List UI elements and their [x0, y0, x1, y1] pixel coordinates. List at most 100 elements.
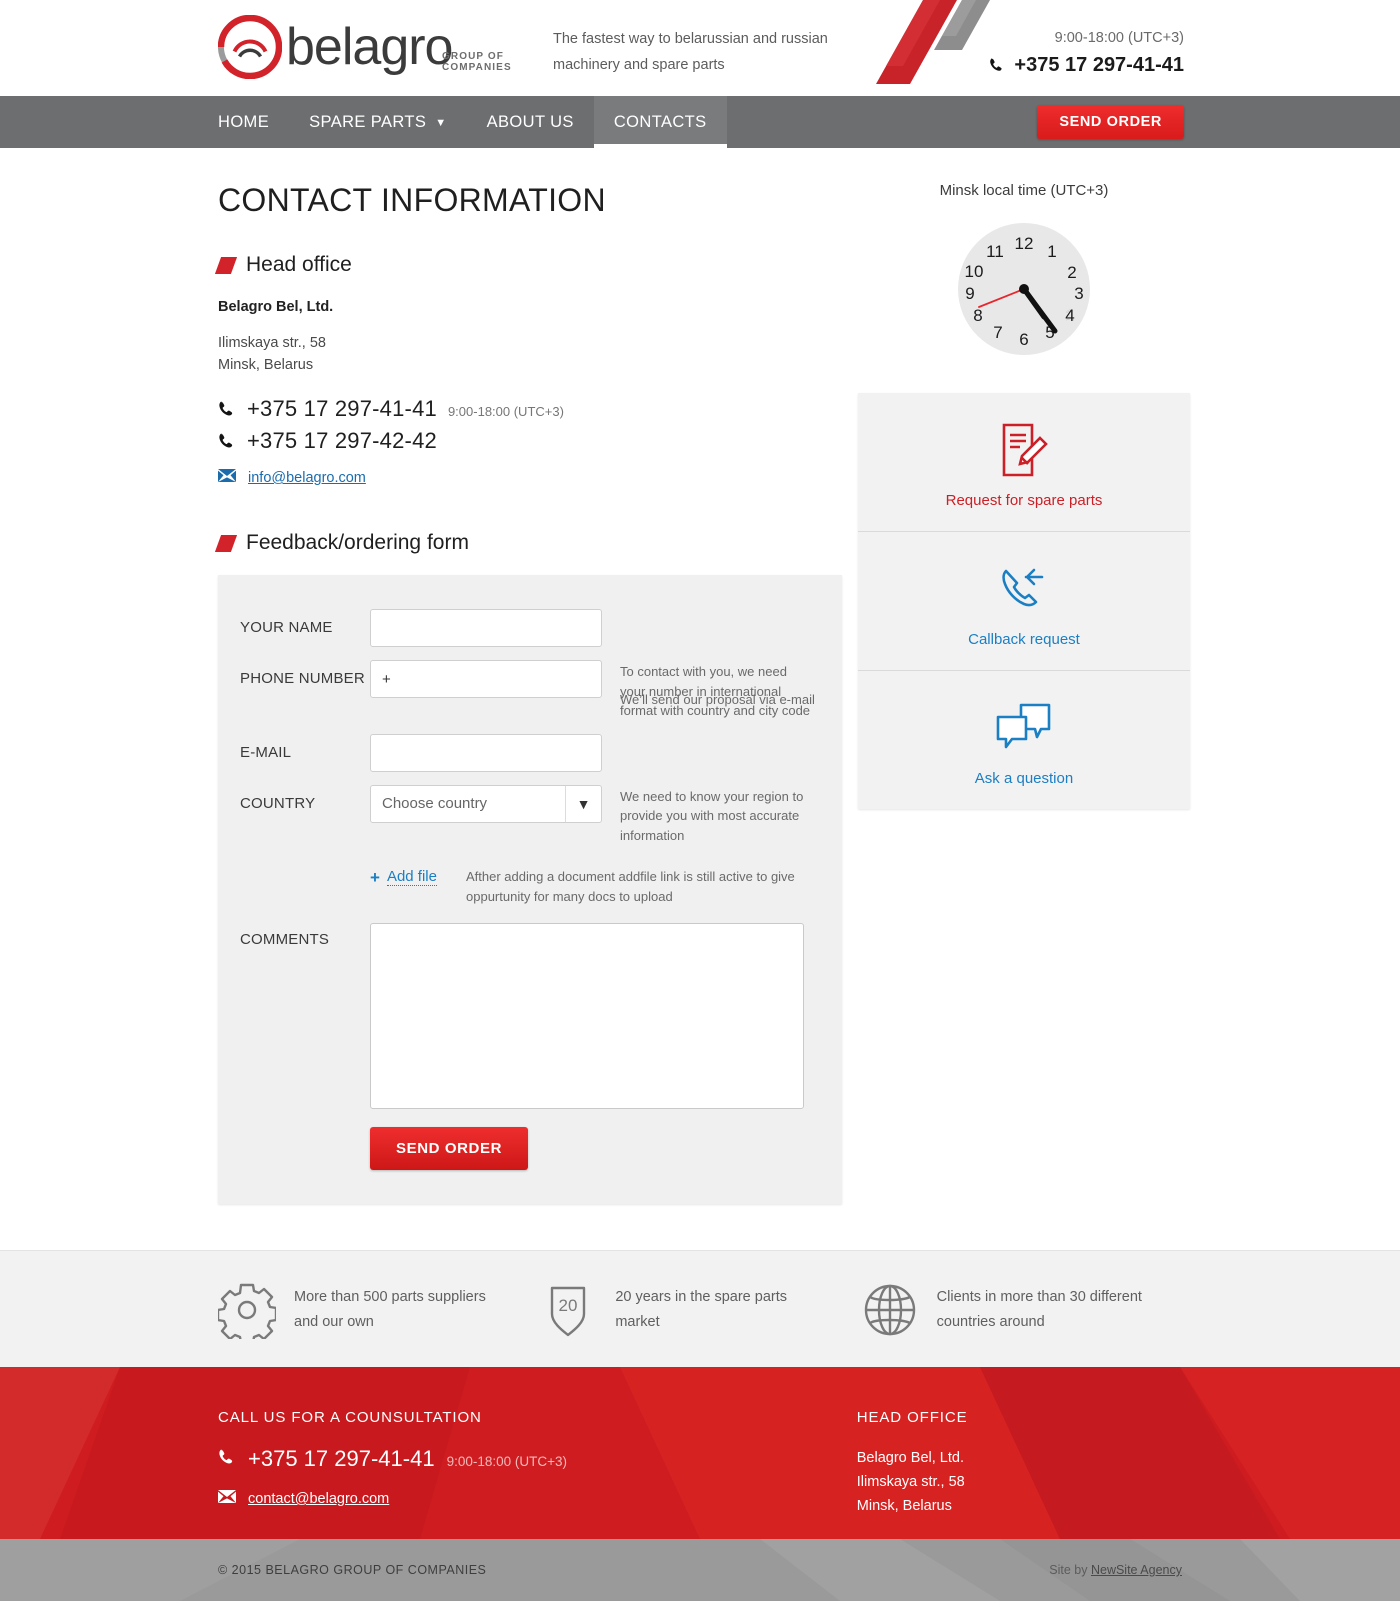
clock-widget: 12 1 2 3 1 1 4 5 6 7 8 9 10 11 [858, 221, 1190, 357]
address-city: Minsk, Belarus [218, 357, 314, 373]
action-cards-panel: Request for spare parts Callback request [858, 393, 1190, 809]
add-file-button[interactable]: + Add file [370, 867, 462, 886]
chat-bubbles-icon [868, 699, 1180, 757]
email-hint: We’ll send our proposal via e-mail [620, 691, 815, 707]
card-callback-request[interactable]: Callback request [858, 531, 1190, 670]
office-email-link[interactable]: info@belagro.com [248, 470, 366, 486]
plus-icon: + [370, 867, 380, 887]
slash-accent-icon [214, 534, 238, 552]
form-row-submit: SEND ORDER [218, 1127, 842, 1170]
feature-suppliers: More than 500 parts suppliers and our ow… [216, 1281, 539, 1345]
nav-item-contacts[interactable]: CONTACTS [593, 96, 727, 148]
analog-clock-icon: 12 1 2 3 1 1 4 5 6 7 8 9 10 11 [958, 223, 1090, 355]
section-title: Feedback/ordering form [246, 531, 469, 554]
footer-call-title: CALL US FOR A COUNSULTATION [218, 1409, 482, 1426]
phone-icon [218, 400, 236, 423]
country-label: COUNTRY [240, 794, 316, 812]
office-phone-1-row[interactable]: +375 17 297-41-41 9:00-18:00 (UTC+3) [218, 396, 850, 422]
header-working-hours: 9:00-18:00 (UTC+3) [1054, 30, 1184, 46]
comments-label: COMMENTS [240, 931, 330, 948]
svg-text:2: 2 [1067, 263, 1076, 282]
submit-spacer [218, 1127, 370, 1170]
svg-text:9: 9 [965, 284, 974, 303]
byline-link[interactable]: NewSite Agency [1091, 1563, 1182, 1577]
form-row-addfile: + Add file Afther adding a document addf… [218, 867, 842, 907]
phone-icon [218, 1448, 236, 1471]
footer-email-link[interactable]: contact@belagro.com [248, 1491, 389, 1507]
address-street: Ilimskaya str., 58 [218, 335, 326, 351]
nav-item-spare-parts[interactable]: SPARE PARTS ▼ [289, 96, 466, 148]
header-diagonal-graphic [870, 0, 990, 84]
phone-number-input[interactable] [370, 660, 602, 698]
form-row-email: E-MAIL We’ll send our proposal via e-mai… [218, 692, 842, 772]
country-select-wrapper: Choose country ▼ [370, 784, 602, 823]
svg-text:8: 8 [973, 306, 982, 325]
svg-text:4: 4 [1065, 306, 1074, 325]
form-row-comments: COMMENTS [218, 923, 842, 1109]
gear-icon [216, 1281, 278, 1345]
logo[interactable]: belagro GROUP OF COMPANIES [217, 14, 511, 80]
svg-text:3: 3 [1074, 284, 1083, 303]
svg-text:1: 1 [1047, 242, 1056, 261]
phone-number-label: PHONE NUMBER [240, 670, 365, 687]
card-request-for-spare-parts[interactable]: Request for spare parts [858, 393, 1190, 531]
send-order-nav-button[interactable]: SEND ORDER [1037, 105, 1184, 139]
byline-prefix: Site by [1049, 1563, 1091, 1577]
card-ask-a-question[interactable]: Ask a question [858, 670, 1190, 809]
svg-text:10: 10 [965, 262, 984, 281]
feedback-form: YOUR NAME PHONE NUMBER To contact with y… [218, 575, 842, 1204]
your-name-input[interactable] [370, 609, 602, 647]
header-phone[interactable]: +375 17 297-41-41 [987, 51, 1184, 79]
page-root: belagro GROUP OF COMPANIES The fastest w… [0, 0, 1400, 1601]
globe-icon [861, 1281, 919, 1339]
chevron-down-icon: ▼ [435, 116, 447, 129]
add-file-hint: Afther adding a document addfile link is… [466, 869, 795, 904]
comments-textarea[interactable] [370, 923, 804, 1109]
office-email-row[interactable]: info@belagro.com [218, 469, 850, 487]
shield-20-icon: 20 [539, 1281, 597, 1339]
footer-email-row[interactable]: contact@belagro.com [218, 1490, 849, 1508]
clock-title: Minsk local time (UTC+3) [939, 182, 1109, 199]
footer-office-city: Minsk, Belarus [856, 1498, 952, 1514]
nav-item-home[interactable]: HOME [210, 96, 289, 148]
footer-copyright-bar: © 2015 BELAGRO GROUP OF COMPANIES Site b… [0, 1539, 1400, 1601]
footer-phone: +375 17 297-41-41 [248, 1446, 435, 1471]
content-column: CONTACT INFORMATION Head office Belagro … [210, 182, 850, 1204]
svg-text:12: 12 [1015, 234, 1034, 253]
document-pencil-icon [868, 421, 1180, 479]
logo-wordmark: belagro [286, 18, 453, 76]
email-label: E-MAIL [240, 743, 292, 761]
nav-label: SPARE PARTS [309, 112, 427, 131]
footer-office-company: Belagro Bel, Ltd. [856, 1450, 964, 1466]
company-name: Belagro Bel, Ltd. [218, 299, 334, 315]
head-office-heading: Head office [214, 253, 850, 277]
envelope-icon [218, 469, 236, 487]
logo-subtitle: GROUP OF COMPANIES [442, 51, 512, 73]
footer-hours: 9:00-18:00 (UTC+3) [446, 1454, 567, 1469]
company-address: Ilimskaya str., 58 Minsk, Belarus [218, 332, 850, 376]
country-hint: We need to know your region to provide y… [620, 788, 804, 843]
phone-icon [218, 432, 236, 455]
features-bar: More than 500 parts suppliers and our ow… [0, 1250, 1400, 1367]
country-select[interactable]: Choose country [370, 784, 602, 823]
site-header: belagro GROUP OF COMPANIES The fastest w… [0, 0, 1400, 97]
send-order-submit-button[interactable]: SEND ORDER [370, 1127, 529, 1170]
footer-phone-row[interactable]: +375 17 297-41-41 9:00-18:00 (UTC+3) [218, 1446, 849, 1472]
main-content: CONTACT INFORMATION Head office Belagro … [0, 148, 1400, 1250]
nav-item-about-us[interactable]: ABOUT US [467, 96, 594, 148]
section-title: Head office [246, 253, 352, 276]
footer-call-block: CALL US FOR A COUNSULTATION +375 17 297-… [218, 1409, 849, 1518]
card-label: Callback request [968, 631, 1080, 648]
office-phone-2-row[interactable]: +375 17 297-42-42 [218, 428, 850, 454]
form-row-country: COUNTRY Choose country ▼ We need to know… [218, 784, 842, 846]
email-input[interactable] [370, 733, 602, 772]
slash-accent-icon [214, 256, 238, 274]
header-contact-block: 9:00-18:00 (UTC+3) +375 17 297-41-41 [987, 27, 1184, 79]
svg-text:6: 6 [1019, 330, 1028, 349]
svg-text:11: 11 [986, 242, 1004, 261]
add-file-label: Add file [386, 868, 437, 886]
footer-office-street: Ilimskaya str., 58 [856, 1474, 965, 1490]
feature-text: More than 500 parts suppliers and our ow… [294, 1289, 486, 1330]
office-phone-2: +375 17 297-42-42 [247, 428, 437, 453]
